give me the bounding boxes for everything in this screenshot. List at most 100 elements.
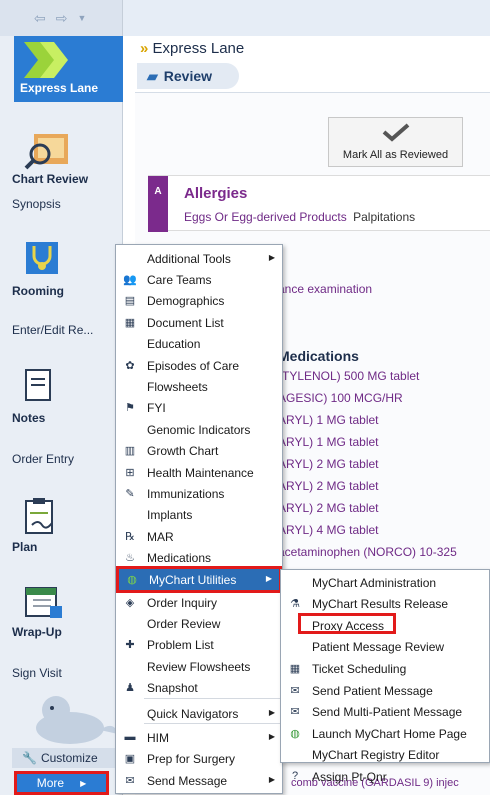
plus-box-icon: ⊞ bbox=[125, 466, 135, 479]
people-icon: 👥 bbox=[123, 273, 137, 286]
sidebar-item-express-lane[interactable]: Express Lane bbox=[14, 36, 123, 102]
menu-item-education[interactable]: Education bbox=[117, 333, 282, 354]
person-icon: ♟ bbox=[125, 681, 135, 694]
allergies-list: Eggs Or Egg-derived Products Palpitation… bbox=[184, 210, 415, 224]
question-icon: ? bbox=[291, 770, 299, 783]
menu-item-assign-pt-qnr[interactable]: ? Assign Pt-Qnr bbox=[282, 766, 489, 787]
menu-item-label: Order Review bbox=[147, 616, 221, 631]
menu-item-label: FYI bbox=[147, 400, 166, 415]
medication-line: acetaminophen (NORCO) 10-325 bbox=[278, 545, 457, 559]
express-lane-icon bbox=[24, 42, 68, 78]
sidebar-item-sign-visit[interactable]: Sign Visit bbox=[12, 666, 122, 680]
sidebar-item-rooming[interactable]: Rooming bbox=[12, 284, 122, 298]
menu-item-label: Implants bbox=[147, 507, 193, 522]
allergy-item: Eggs Or Egg-derived Products bbox=[184, 210, 347, 224]
sidebar-item-order-entry[interactable]: Order Entry bbox=[12, 452, 122, 466]
sidebar-item-enter-edit[interactable]: Enter/Edit Re... bbox=[12, 323, 122, 337]
menu-item-document-list[interactable]: ▦ Document List bbox=[117, 312, 282, 333]
forward-arrow-icon[interactable]: ⇨ bbox=[56, 10, 68, 27]
menu-item-genomic-indicators[interactable]: Genomic Indicators bbox=[117, 419, 282, 440]
nav-dropdown-icon[interactable]: ▼ bbox=[77, 13, 86, 23]
menu-item-problem-list[interactable]: ✚ Problem List bbox=[117, 634, 282, 655]
medication-line: ARYL) 4 MG tablet bbox=[278, 523, 379, 537]
mar-icon: ℞ bbox=[125, 530, 135, 543]
menu-item-mar[interactable]: ℞ MAR bbox=[117, 526, 282, 547]
allergies-title[interactable]: Allergies bbox=[184, 185, 247, 202]
plan-icon bbox=[25, 498, 53, 534]
submenu-arrow-icon: ▶ bbox=[268, 775, 275, 784]
chevron-right-icon: ▶ bbox=[80, 778, 87, 788]
sidebar-item-plan[interactable]: Plan bbox=[12, 540, 122, 554]
message-icon: ✉ bbox=[125, 774, 135, 787]
menu-item-mychart-registry-editor[interactable]: MyChart Registry Editor bbox=[282, 745, 489, 766]
menu-item-label: HIM bbox=[147, 730, 169, 745]
more-button[interactable]: More ▶ bbox=[14, 771, 109, 795]
page-title-text: Express Lane bbox=[152, 40, 245, 57]
more-label: More bbox=[36, 776, 65, 790]
menu-item-fyi[interactable]: ⚑ FYI bbox=[117, 397, 282, 418]
menu-item-order-review[interactable]: Order Review bbox=[117, 613, 282, 634]
menu-item-snapshot[interactable]: ♟ Snapshot bbox=[117, 677, 282, 698]
menu-item-send-patient-message[interactable]: ✉ Send Patient Message bbox=[282, 680, 489, 701]
menu-item-patient-message-review[interactable]: Patient Message Review bbox=[282, 637, 489, 658]
menu-item-label: Flowsheets bbox=[147, 379, 208, 394]
menu-item-ticket-scheduling[interactable]: ▦ Ticket Scheduling bbox=[282, 658, 489, 679]
menu-item-demographics[interactable]: ▤ Demographics bbox=[117, 290, 282, 311]
back-arrow-icon[interactable]: ⇦ bbox=[34, 10, 46, 27]
medications-title[interactable]: Medications bbox=[278, 348, 359, 364]
mark-all-reviewed-button[interactable]: Mark All as Reviewed bbox=[328, 117, 463, 167]
customize-button[interactable]: 🔧 Customize bbox=[12, 748, 122, 768]
menu-item-label: Care Teams bbox=[147, 272, 212, 287]
main-header bbox=[123, 0, 490, 36]
menu-item-him[interactable]: ▬ HIM ▶ bbox=[117, 727, 282, 748]
partial-section-text: ance examination bbox=[278, 282, 373, 296]
menu-item-additional-tools[interactable]: Additional Tools ▶ bbox=[117, 248, 282, 269]
menu-item-prep-for-surgery[interactable]: ▣ Prep for Surgery bbox=[117, 748, 282, 769]
menu-item-send-message[interactable]: ✉ Send Message ▶ bbox=[117, 770, 282, 791]
menu-item-mychart-utilities[interactable]: ◍ MyChart Utilities ▶ bbox=[116, 566, 282, 593]
envelope-icon: ✉ bbox=[290, 684, 300, 697]
menu-item-growth-chart[interactable]: ▥ Growth Chart bbox=[117, 440, 282, 461]
menu-item-immunizations[interactable]: ✎ Immunizations bbox=[117, 483, 282, 504]
menu-item-quick-navigators[interactable]: Quick Navigators ▶ bbox=[117, 703, 282, 724]
medication-line: ARYL) 2 MG tablet bbox=[278, 501, 379, 515]
sidebar-item-chart-review[interactable]: Chart Review bbox=[12, 172, 122, 186]
activity-sidebar: ⇦ ⇨ ▼ Express Lane Chart Review Synopsis… bbox=[0, 0, 123, 795]
menu-item-label: Quick Navigators bbox=[147, 706, 239, 721]
menu-item-label: MyChart Administration bbox=[312, 575, 437, 590]
wrap-up-icon bbox=[25, 587, 62, 618]
menu-item-episodes-of-care[interactable]: ✿ Episodes of Care bbox=[117, 355, 282, 376]
menu-item-medications[interactable]: ♨ Medications bbox=[117, 547, 282, 568]
submenu-arrow-icon: ▶ bbox=[265, 574, 272, 583]
menu-item-review-flowsheets[interactable]: Review Flowsheets bbox=[117, 656, 282, 677]
medication-line: ARYL) 2 MG tablet bbox=[278, 457, 379, 471]
menu-item-mychart-results-release[interactable]: ⚗ MyChart Results Release bbox=[282, 594, 489, 615]
sidebar-item-synopsis[interactable]: Synopsis bbox=[12, 197, 122, 211]
menu-item-health-maintenance[interactable]: ⊞ Health Maintenance bbox=[117, 462, 282, 483]
medication-line: ARYL) 1 MG tablet bbox=[278, 413, 379, 427]
menu-item-launch-mychart-home-page[interactable]: ◍ Launch MyChart Home Page bbox=[282, 723, 489, 744]
menu-item-send-multi-patient-message[interactable]: ✉ Send Multi-Patient Message bbox=[282, 702, 489, 723]
sidebar-item-notes[interactable]: Notes bbox=[12, 411, 122, 425]
submenu-arrow-icon: ▶ bbox=[268, 253, 275, 262]
menu-item-flowsheets[interactable]: Flowsheets bbox=[117, 376, 282, 397]
menu-item-implants[interactable]: Implants bbox=[117, 504, 282, 525]
calendar-icon: ▦ bbox=[289, 662, 301, 675]
history-nav: ⇦ ⇨ ▼ bbox=[0, 0, 122, 36]
menu-item-label: MyChart Results Release bbox=[312, 597, 449, 612]
order-icon: ◈ bbox=[125, 596, 135, 609]
allergy-item: Palpitations bbox=[353, 210, 416, 224]
submenu-arrow-icon: ▶ bbox=[268, 708, 275, 717]
menu-item-label: Launch MyChart Home Page bbox=[312, 726, 467, 741]
clipboard-icon: ▣ bbox=[124, 752, 136, 765]
sidebar-item-wrap-up[interactable]: Wrap-Up bbox=[12, 625, 122, 639]
tab-review[interactable]: ▰ Review bbox=[137, 63, 239, 89]
menu-item-label: Patient Message Review bbox=[312, 640, 445, 655]
sidebar-item-label: Express Lane bbox=[20, 81, 99, 95]
menu-item-care-teams[interactable]: 👥 Care Teams bbox=[117, 269, 282, 290]
menu-item-mychart-administration[interactable]: MyChart Administration bbox=[282, 572, 489, 593]
seal-mascot-icon bbox=[36, 696, 118, 744]
him-icon: ▬ bbox=[124, 731, 136, 743]
allergy-icon: A bbox=[148, 176, 168, 232]
menu-item-order-inquiry[interactable]: ◈ Order Inquiry bbox=[117, 592, 282, 613]
